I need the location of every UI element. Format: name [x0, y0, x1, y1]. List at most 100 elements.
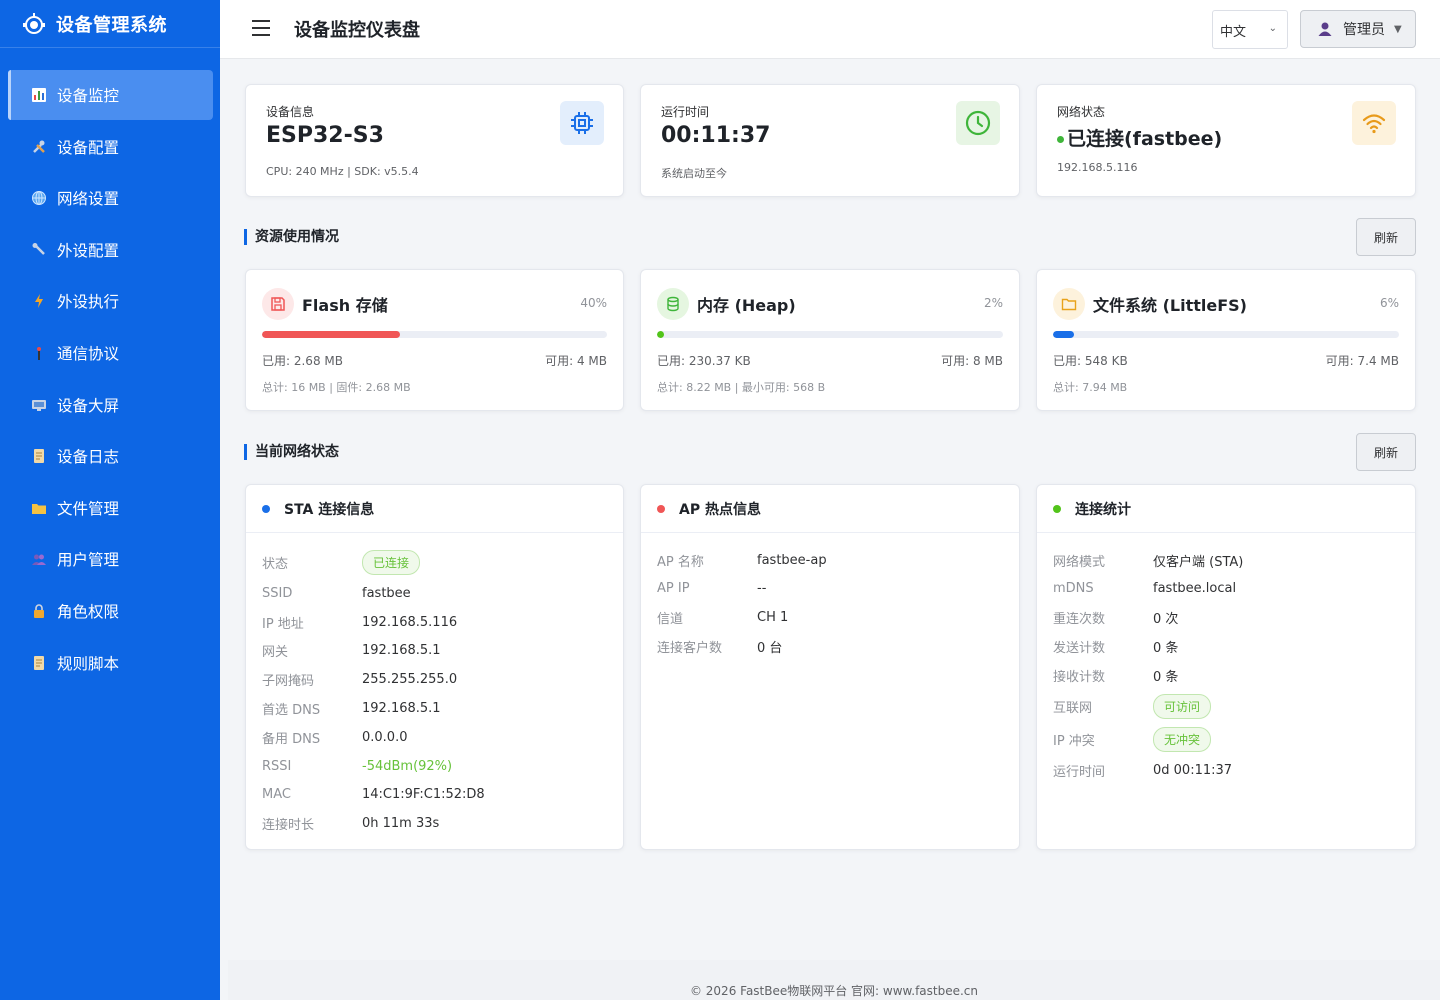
database-icon [657, 288, 689, 320]
sidebar-item-label: 设备配置 [57, 138, 120, 157]
sidebar: 设备管理系统 设备监控 设备配置 网络设置 外设配置 外设执行 通信协议 设备大… [0, 0, 220, 1000]
sidebar-item-big-screen[interactable]: 设备大屏 [8, 380, 213, 430]
sidebar-item-rule-scripts[interactable]: 规则脚本 [8, 638, 213, 688]
user-menu-button[interactable]: 管理员 ▼ [1300, 10, 1416, 48]
menu-toggle-icon[interactable] [252, 20, 270, 36]
kv-value: 已连接 [362, 549, 421, 575]
user-name: 管理员 [1343, 22, 1385, 38]
sidebar-item-peripheral-exec[interactable]: 外设执行 [8, 276, 213, 326]
fs-percent: 6% [1379, 296, 1399, 310]
fs-used: 已用: 548 KB [1053, 354, 1128, 368]
kv-value: 255.255.255.0 [362, 671, 458, 687]
sidebar-item-file-manager[interactable]: 文件管理 [8, 483, 213, 533]
kv-value: 无冲突 [1153, 726, 1212, 752]
kv-key: 运行时间 [1053, 764, 1106, 780]
stats-dot [1053, 504, 1061, 513]
resources-refresh-button[interactable]: 刷新 [1356, 218, 1416, 256]
flash-storage-card: Flash 存储 40% 已用: 2.68 MB 可用: 4 MB 总计: 16… [245, 269, 624, 411]
kv-row: 状态 已连接 [262, 549, 607, 575]
fs-progress-track [1053, 331, 1399, 338]
language-select[interactable]: 中文 ⌄ [1212, 10, 1288, 49]
sidebar-item-label: 外设配置 [57, 241, 120, 260]
kv-key: 接收计数 [1053, 669, 1106, 685]
sidebar-item-device-log[interactable]: 设备日志 [8, 431, 213, 481]
network-section-title: 当前网络状态 [244, 444, 339, 460]
network-status-label: 网络状态 [1057, 105, 1106, 119]
clock-icon [956, 101, 1000, 145]
kv-key: 网络模式 [1053, 554, 1106, 570]
rssi-value: -54dBm(92%) [362, 758, 453, 774]
kv-value: 0.0.0.0 [362, 729, 408, 745]
kv-key: IP 冲突 [1053, 733, 1095, 749]
kv-value: 14:C1:9F:C1:52:D8 [362, 786, 485, 802]
heap-header: 内存 (Heap) [657, 288, 796, 320]
heap-available: 可用: 8 MB [941, 354, 1003, 368]
ap-title: AP 热点信息 [679, 501, 761, 518]
heap-title: 内存 (Heap) [697, 296, 796, 315]
sidebar-item-label: 文件管理 [57, 499, 120, 518]
monitor-icon [30, 396, 48, 414]
wifi-icon [1352, 101, 1396, 145]
tools-icon [30, 138, 48, 156]
flash-total: 总计: 16 MB | 固件: 2.68 MB [262, 381, 411, 394]
flash-available: 可用: 4 MB [545, 354, 607, 368]
users-icon [30, 550, 48, 568]
flash-title: Flash 存储 [302, 296, 388, 315]
language-value: 中文 [1220, 25, 1247, 40]
sidebar-item-device-config[interactable]: 设备配置 [8, 122, 213, 172]
kv-value: 0h 11m 33s [362, 815, 440, 831]
kv-row: IP 地址 192.168.5.116 [262, 612, 607, 632]
kv-value: 192.168.5.116 [362, 614, 458, 630]
kv-key: mDNS [1053, 580, 1094, 596]
uptime-sub: 系统启动至今 [661, 167, 727, 180]
cpu-chip-icon [560, 101, 604, 145]
sidebar-item-device-monitor[interactable]: 设备监控 [8, 70, 213, 120]
kv-row: 信道 CH 1 [657, 607, 1003, 627]
brand[interactable]: 设备管理系统 [0, 0, 220, 48]
kv-row: 运行时间 0d 00:11:37 [1053, 760, 1399, 780]
kv-row: 连接客户数 0 台 [657, 636, 1003, 656]
sidebar-item-label: 角色权限 [57, 602, 120, 621]
sidebar-item-network-settings[interactable]: 网络设置 [8, 173, 213, 223]
sidebar-item-user-manager[interactable]: 用户管理 [8, 534, 213, 584]
kv-row: SSID fastbee [262, 583, 607, 603]
sidebar-nav: 设备监控 设备配置 网络设置 外设配置 外设执行 通信协议 设备大屏 设备日志 … [0, 48, 220, 688]
kv-row: 首选 DNS 192.168.5.1 [262, 698, 607, 718]
kv-key: 子网掩码 [262, 673, 315, 689]
kv-row: 网关 192.168.5.1 [262, 640, 607, 660]
sidebar-item-role-permissions[interactable]: 角色权限 [8, 586, 213, 636]
kv-row: IP 冲突 无冲突 [1053, 726, 1399, 752]
kv-row: AP 名称 fastbee-ap [657, 550, 1003, 570]
kv-value: 0 次 [1153, 611, 1179, 627]
kv-key: 首选 DNS [262, 702, 321, 718]
floppy-disk-icon [262, 288, 294, 320]
kv-row: mDNS fastbee.local [1053, 578, 1399, 598]
flash-percent: 40% [580, 296, 607, 310]
kv-row: RSSI -54dBm(92%) [262, 756, 607, 776]
kv-key: 发送计数 [1053, 640, 1106, 656]
kv-row: 连接时长 0h 11m 33s [262, 813, 607, 833]
flash-progress-fill [262, 331, 400, 338]
kv-key: 连接时长 [262, 817, 315, 833]
kv-row: 发送计数 0 条 [1053, 636, 1399, 656]
device-info-label: 设备信息 [266, 105, 315, 119]
user-avatar-icon [1318, 22, 1332, 36]
sta-dot [262, 504, 270, 513]
kv-key: 网关 [262, 644, 289, 660]
stats-title: 连接统计 [1075, 501, 1131, 518]
sidebar-item-label: 外设执行 [57, 293, 120, 312]
sidebar-item-label: 用户管理 [57, 551, 120, 570]
sidebar-item-protocol[interactable]: 通信协议 [8, 328, 213, 378]
uptime-label: 运行时间 [661, 105, 710, 119]
bar-chart-icon [30, 86, 48, 104]
kv-value: fastbee-ap [757, 552, 827, 568]
flash-header: Flash 存储 [262, 288, 388, 320]
sidebar-item-label: 设备监控 [57, 87, 120, 105]
network-refresh-button[interactable]: 刷新 [1356, 433, 1416, 471]
footer: © 2026 FastBee物联网平台 官网: www.fastbee.cn [228, 960, 1440, 1000]
sidebar-item-label: 通信协议 [57, 344, 120, 363]
internet-badge: 可访问 [1153, 693, 1212, 719]
kv-value: 0 条 [1153, 669, 1179, 685]
sidebar-item-peripheral-config[interactable]: 外设配置 [8, 225, 213, 275]
kv-row: 互联网 可访问 [1053, 693, 1399, 719]
